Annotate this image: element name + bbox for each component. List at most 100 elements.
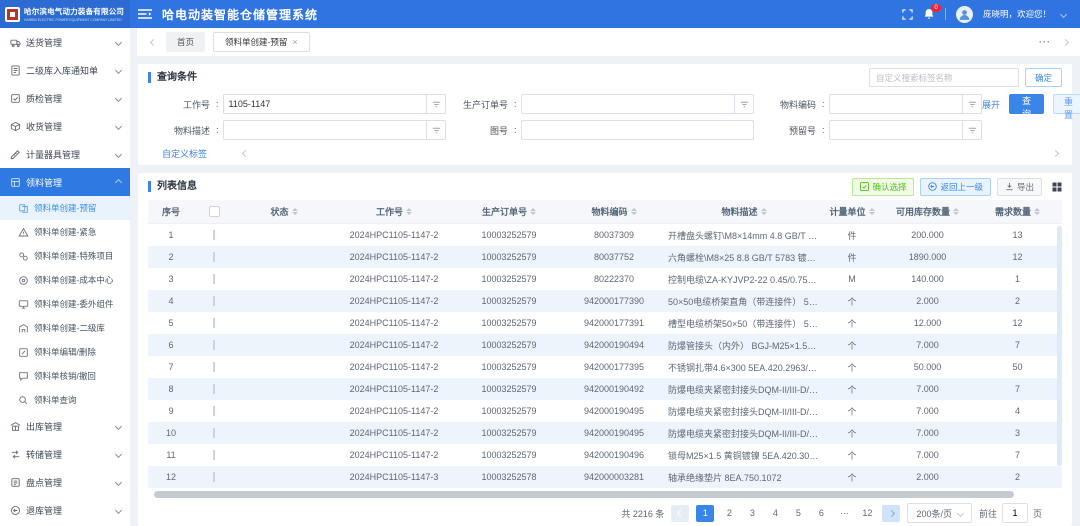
- sidebar-group-item[interactable]: 转储管理: [0, 440, 130, 468]
- search-button[interactable]: 查询: [1009, 94, 1044, 114]
- row-checkbox[interactable]: [213, 450, 215, 460]
- page-number[interactable]: 1: [696, 505, 714, 522]
- export-button[interactable]: 导出: [997, 178, 1042, 196]
- page-number[interactable]: 4: [767, 505, 783, 522]
- sidebar-group-item[interactable]: 收货管理: [0, 112, 130, 140]
- table-vertical-scrollbar[interactable]: [1057, 226, 1062, 466]
- confirm-tag-button[interactable]: 确定: [1025, 68, 1062, 87]
- filter-addon-icon[interactable]: [427, 120, 446, 140]
- back-button[interactable]: 返回上一级: [920, 178, 991, 196]
- sidebar-group-item[interactable]: 二级库入库通知单: [0, 56, 130, 84]
- page-number[interactable]: 5: [790, 505, 806, 522]
- sidebar-group-item[interactable]: 计量器具管理: [0, 140, 130, 168]
- menu-collapse-icon[interactable]: [138, 9, 152, 19]
- sidebar-sub-item[interactable]: 领料单创建-特殊项目: [0, 244, 130, 268]
- field-input[interactable]: [223, 94, 427, 114]
- field-input[interactable]: [829, 120, 963, 140]
- table-row[interactable]: 7 2024HPC1105-1147-210003252579942000177…: [148, 356, 1062, 378]
- table-header-cell[interactable]: 物料编码: [564, 205, 664, 218]
- reset-button[interactable]: 重置: [1053, 94, 1080, 114]
- row-checkbox[interactable]: [213, 296, 215, 306]
- row-checkbox[interactable]: [213, 252, 215, 262]
- table-header-cell[interactable]: 状态: [234, 205, 334, 218]
- next-page-button[interactable]: [882, 505, 900, 522]
- page-number[interactable]: 2: [721, 505, 737, 522]
- row-checkbox[interactable]: [213, 230, 215, 240]
- row-checkbox[interactable]: [213, 274, 215, 284]
- sidebar-sub-item[interactable]: 领料单创建-成本中心: [0, 268, 130, 292]
- select-all-checkbox[interactable]: [209, 206, 220, 217]
- sort-icon[interactable]: [292, 208, 298, 216]
- sort-icon[interactable]: [530, 208, 536, 216]
- table-row[interactable]: 1 2024HPC1105-1147-21000325257980037309开…: [148, 224, 1062, 246]
- tabs-scroll-left-icon[interactable]: [150, 38, 157, 45]
- page-number[interactable]: 3: [744, 505, 760, 522]
- filter-addon-icon[interactable]: [963, 94, 982, 114]
- sort-icon[interactable]: [631, 208, 637, 216]
- row-checkbox[interactable]: [213, 318, 215, 328]
- filter-addon-icon[interactable]: [735, 94, 754, 114]
- table-header-cell[interactable]: 可用库存数量: [880, 205, 975, 218]
- custom-tag-link[interactable]: 自定义标签: [162, 147, 207, 160]
- tabs-scroll-right-icon[interactable]: [1062, 38, 1069, 45]
- table-row[interactable]: 9 2024HPC1105-1147-210003252579942000190…: [148, 400, 1062, 422]
- row-checkbox[interactable]: [213, 428, 215, 438]
- sidebar-group-item[interactable]: 领料管理: [0, 168, 130, 196]
- field-input[interactable]: [521, 94, 735, 114]
- table-header-cell[interactable]: 物料描述: [664, 205, 824, 218]
- row-checkbox[interactable]: [213, 362, 215, 372]
- sidebar-sub-item[interactable]: 领料单核销/撤回: [0, 364, 130, 388]
- field-input[interactable]: [521, 120, 754, 140]
- row-checkbox[interactable]: [213, 384, 215, 394]
- sort-icon[interactable]: [953, 208, 959, 216]
- table-header-cell[interactable]: 生产订单号: [454, 205, 564, 218]
- filter-addon-icon[interactable]: [427, 94, 446, 114]
- horizontal-scrollbar-thumb[interactable]: [154, 491, 1014, 498]
- table-row[interactable]: 3 2024HPC1105-1147-21000325257980222370控…: [148, 268, 1062, 290]
- column-settings-icon[interactable]: [1052, 182, 1062, 192]
- goto-page-input[interactable]: [1002, 503, 1028, 523]
- sidebar-sub-item[interactable]: 领料单创建-紧急: [0, 220, 130, 244]
- sidebar-group-item[interactable]: 质检管理: [0, 84, 130, 112]
- sidebar-sub-item[interactable]: 领料单创建-二级库: [0, 316, 130, 340]
- sort-icon[interactable]: [869, 208, 875, 216]
- tab-close-icon[interactable]: ×: [292, 38, 297, 47]
- sort-icon[interactable]: [761, 208, 767, 216]
- prev-page-button[interactable]: [671, 505, 689, 522]
- table-header-cell[interactable]: 工作号: [334, 205, 454, 218]
- filter-addon-icon[interactable]: [963, 120, 982, 140]
- sidebar-sub-item[interactable]: 领料单编辑/删除: [0, 340, 130, 364]
- row-checkbox[interactable]: [213, 340, 215, 350]
- tab-item[interactable]: 领料单创建-预留 ×: [213, 32, 310, 52]
- sort-icon[interactable]: [406, 208, 412, 216]
- sort-icon[interactable]: [1034, 208, 1040, 216]
- row-checkbox[interactable]: [213, 406, 215, 416]
- table-row[interactable]: 2 2024HPC1105-1147-21000325257980037752六…: [148, 246, 1062, 268]
- table-header-cell[interactable]: 需求数量: [975, 205, 1060, 218]
- field-input[interactable]: [829, 94, 963, 114]
- avatar[interactable]: [956, 6, 973, 23]
- sidebar-group-item[interactable]: 盘点管理: [0, 468, 130, 496]
- tab-item[interactable]: 首页: [166, 32, 205, 52]
- custom-tag-name-input[interactable]: [869, 68, 1019, 87]
- table-row[interactable]: 12 2024HPC1105-1147-31000325257894200000…: [148, 466, 1062, 488]
- tab-more-icon[interactable]: ···: [1039, 37, 1051, 47]
- fullscreen-icon[interactable]: [902, 9, 913, 20]
- table-row[interactable]: 11 2024HPC1105-1147-21000325257994200019…: [148, 444, 1062, 466]
- confirm-select-button[interactable]: 确认选择: [852, 178, 914, 196]
- sidebar-sub-item[interactable]: 领料单查询: [0, 388, 130, 412]
- table-header-cell[interactable]: 计量单位: [824, 205, 880, 218]
- sidebar-sub-item[interactable]: 领料单创建-委外组件: [0, 292, 130, 316]
- page-size-select[interactable]: 200条/页: [907, 503, 972, 523]
- table-row[interactable]: 4 2024HPC1105-1147-210003252579942000177…: [148, 290, 1062, 312]
- row-checkbox[interactable]: [213, 472, 215, 482]
- page-number[interactable]: 6: [813, 505, 829, 522]
- table-row[interactable]: 10 2024HPC1105-1147-21000325257994200019…: [148, 422, 1062, 444]
- sidebar-sub-item[interactable]: 领料单创建-预留: [0, 196, 130, 220]
- user-menu-chevron-icon[interactable]: [1060, 10, 1067, 17]
- tags-scroll-right-icon[interactable]: [1052, 150, 1059, 157]
- tags-scroll-left-icon[interactable]: [242, 150, 249, 157]
- sidebar-group-item[interactable]: 送货管理: [0, 28, 130, 56]
- table-row[interactable]: 6 2024HPC1105-1147-210003252579942000190…: [148, 334, 1062, 356]
- sidebar-group-item[interactable]: 退库管理: [0, 496, 130, 524]
